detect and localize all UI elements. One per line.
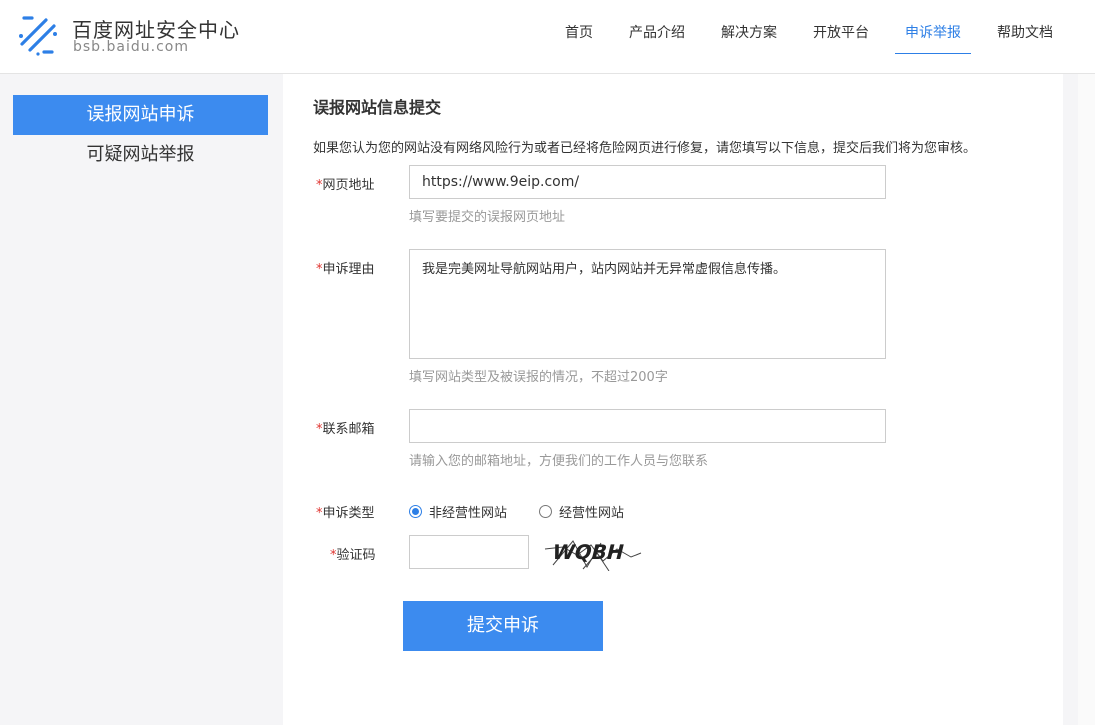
top-nav: 首页 产品介绍 解决方案 开放平台 申诉举报 帮助文档	[547, 0, 1071, 74]
email-hint: 请输入您的邮箱地址，方便我们的工作人员与您联系	[409, 454, 709, 469]
submit-appeal-button[interactable]: 提交申诉	[403, 601, 603, 651]
captcha-image[interactable]: WQBH	[543, 535, 643, 571]
sidebar: 误报网站申诉 可疑网站举报	[0, 74, 283, 725]
right-scroll-area	[1078, 74, 1095, 725]
sidebar-item-false-report-appeal[interactable]: 误报网站申诉	[13, 95, 268, 135]
baidu-security-logo-icon[interactable]	[16, 10, 60, 58]
brand-subtitle: bsb.baidu.com	[73, 39, 189, 55]
main-content: 误报网站信息提交 如果您认为您的网站没有网络风险行为或者已经将危险网页进行修复，…	[283, 74, 1063, 725]
header: 百度网址安全中心 bsb.baidu.com 首页 产品介绍 解决方案 开放平台…	[0, 0, 1095, 74]
radio-label: 非经营性网站	[429, 506, 508, 521]
url-hint: 填写要提交的误报网页地址	[409, 210, 566, 225]
captcha-input[interactable]	[409, 535, 529, 569]
page-title: 误报网站信息提交	[313, 98, 442, 117]
url-input[interactable]: https://www.9eip.com/	[409, 165, 886, 199]
reason-textarea[interactable]: 我是完美网址导航网站用户，站内网站并无异常虚假信息传播。	[409, 249, 886, 359]
intro-text: 如果您认为您的网站没有网络风险行为或者已经将危险网页进行修复，请您填写以下信息，…	[313, 141, 977, 156]
nav-solutions[interactable]: 解决方案	[703, 0, 795, 54]
nav-open-platform[interactable]: 开放平台	[795, 0, 887, 54]
radio-label: 经营性网站	[559, 506, 625, 521]
appeal-type-radio-group: 非经营性网站 经营性网站	[409, 502, 656, 521]
nav-appeal-report[interactable]: 申诉举报	[887, 0, 979, 54]
radio-checked-icon[interactable]	[409, 505, 422, 518]
captcha-text: WQBH	[550, 540, 627, 564]
radio-unchecked-icon[interactable]	[539, 505, 553, 518]
email-input[interactable]	[409, 409, 886, 443]
reason-hint: 填写网站类型及被误报的情况，不超过200字	[409, 370, 668, 385]
radio-non-commercial-site[interactable]: 非经营性网站	[409, 502, 507, 521]
sidebar-item-suspicious-site-report[interactable]: 可疑网站举报	[13, 135, 268, 175]
nav-home[interactable]: 首页	[547, 0, 611, 54]
nav-help-docs[interactable]: 帮助文档	[979, 0, 1071, 54]
radio-commercial-site[interactable]: 经营性网站	[539, 502, 624, 521]
nav-products[interactable]: 产品介绍	[611, 0, 703, 54]
